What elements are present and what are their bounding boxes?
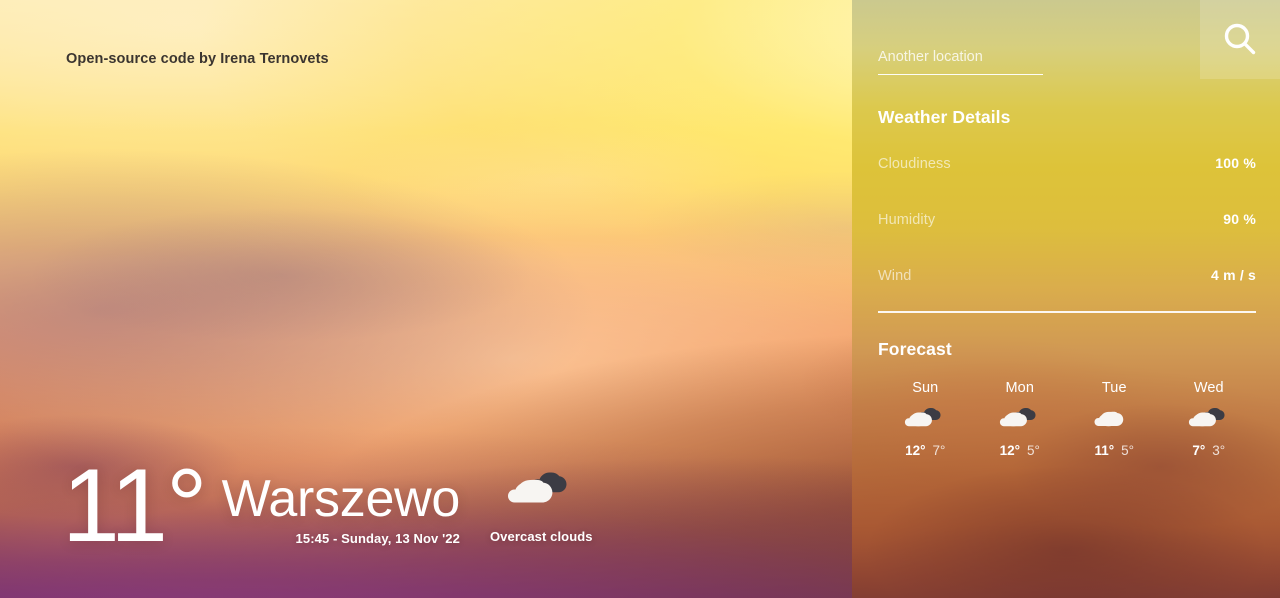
search-button[interactable] [1200, 0, 1280, 79]
details-panel: Weather Details Cloudiness 100 % Humidit… [852, 0, 1280, 598]
forecast-heading: Forecast [878, 339, 952, 359]
detail-row-humidity: Humidity 90 % [878, 211, 1256, 228]
forecast-low: 7° [932, 443, 946, 458]
detail-label: Wind [878, 268, 912, 284]
forecast-low: 5° [1027, 443, 1040, 458]
forecast-day-label: Wed [1193, 380, 1224, 396]
forecast-high: 11° [1094, 443, 1115, 458]
current-condition-text: Overcast clouds [489, 529, 593, 544]
detail-value: 90 % [1223, 211, 1256, 227]
attribution-text: Open-source code by Irena Ternovets [66, 51, 329, 67]
forecast-day-sun[interactable]: Sun 12° 7° [878, 380, 973, 458]
forecast-low: 5° [1121, 443, 1135, 458]
overcast-clouds-icon [1188, 405, 1230, 431]
overcast-clouds-icon [999, 405, 1041, 431]
current-condition-block: Overcast clouds [490, 466, 593, 550]
forecast-day-label: Mon [1005, 380, 1034, 396]
forecast-grid: Sun 12° 7° Mon 12° 5° Tue 11° 5° Wed 7° … [878, 380, 1256, 458]
current-location-block: Warszewo 15:45 - Sunday, 13 Nov '22 [221, 470, 461, 550]
location-search-field [878, 48, 1043, 75]
current-weather-block: 11° Warszewo 15:45 - Sunday, 13 Nov '22 … [62, 447, 593, 564]
overcast-clouds-icon [904, 405, 946, 431]
overcast-clouds-icon [508, 466, 574, 517]
weather-app: Open-source code by Irena Ternovets 11° … [0, 0, 1280, 598]
detail-label: Humidity [878, 212, 936, 228]
forecast-day-mon[interactable]: Mon 12° 5° [973, 380, 1068, 458]
forecast-temperatures: 12° 7° [905, 443, 945, 458]
detail-row-cloudiness: Cloudiness 100 % [878, 155, 1256, 172]
forecast-high: 7° [1192, 443, 1206, 458]
forecast-high: 12° [905, 443, 926, 458]
search-icon [1219, 19, 1261, 61]
current-city-name: Warszewo [221, 470, 461, 528]
forecast-day-tue[interactable]: Tue 11° 5° [1067, 380, 1162, 458]
forecast-day-label: Tue [1101, 380, 1127, 396]
current-datetime: 15:45 - Sunday, 13 Nov '22 [295, 531, 460, 546]
forecast-day-label: Sun [912, 380, 939, 396]
forecast-day-wed[interactable]: Wed 7° 3° [1162, 380, 1257, 458]
cloud-icon [1093, 405, 1135, 431]
forecast-temperatures: 7° 3° [1192, 443, 1225, 458]
forecast-high: 12° [999, 443, 1020, 458]
detail-value: 4 m / s [1211, 267, 1256, 283]
detail-value: 100 % [1215, 155, 1256, 171]
weather-details-heading: Weather Details [878, 107, 1011, 127]
forecast-temperatures: 12° 5° [1000, 443, 1040, 458]
forecast-temperatures: 11° 5° [1094, 443, 1134, 458]
current-temperature: 11° [62, 447, 208, 564]
search-input[interactable] [878, 49, 1043, 75]
detail-row-wind: Wind 4 m / s [878, 267, 1256, 284]
section-divider [878, 311, 1256, 313]
forecast-low: 3° [1212, 443, 1226, 458]
detail-label: Cloudiness [878, 156, 951, 172]
